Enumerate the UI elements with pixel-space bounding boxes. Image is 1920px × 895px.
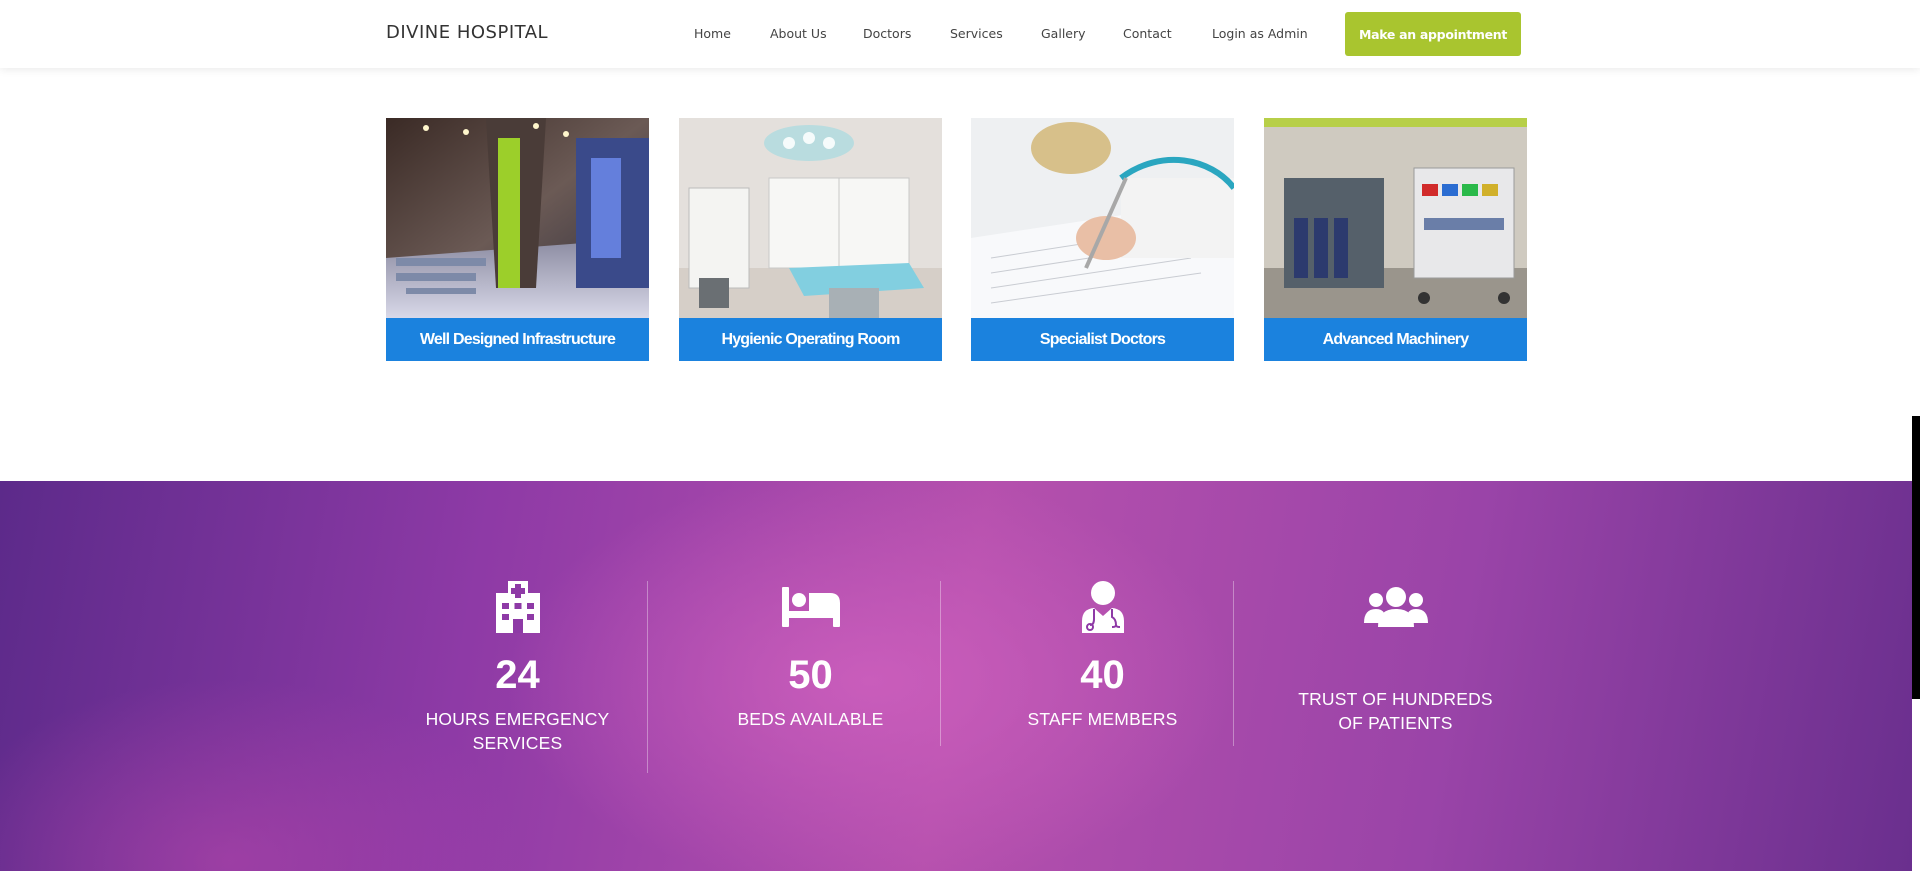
scrollbar-thumb[interactable] bbox=[1912, 416, 1920, 699]
user-doctor-icon bbox=[971, 581, 1234, 633]
nav-link-doctors[interactable]: Doctors bbox=[863, 26, 911, 41]
stat-caption: BEDS AVAILABLE bbox=[737, 709, 884, 729]
stat-caption: TRUST OF HUNDREDS OF PATIENTS bbox=[1298, 689, 1493, 733]
stat-staff: 40 STAFF MEMBERS bbox=[971, 481, 1234, 871]
stat-number: 50 bbox=[788, 653, 833, 697]
brand-logo[interactable]: DIVINE HOSPITAL bbox=[386, 22, 548, 43]
nav-link-login-admin[interactable]: Login as Admin bbox=[1212, 26, 1308, 41]
stat-caption: HOURS EMERGENCY SERVICES bbox=[425, 709, 610, 753]
feature-label: Specialist Doctors bbox=[971, 318, 1234, 361]
feature-card-advanced-machinery: Advanced Machinery bbox=[1264, 118, 1527, 361]
stat-emergency: 24 HOURS EMERGENCY SERVICES bbox=[386, 481, 649, 871]
nav-link-gallery[interactable]: Gallery bbox=[1041, 26, 1086, 41]
operating-room-photo bbox=[679, 118, 942, 318]
infrastructure-photo bbox=[386, 118, 649, 318]
feature-card-infrastructure: Well Designed Infrastructure bbox=[386, 118, 649, 361]
advanced-machinery-photo bbox=[1264, 118, 1527, 318]
stat-beds: 50 BEDS AVAILABLE bbox=[679, 481, 942, 871]
feature-card-operating-room: Hygienic Operating Room bbox=[679, 118, 942, 361]
stat-number: 24 bbox=[495, 653, 540, 697]
nav-link-about-us[interactable]: About Us bbox=[770, 26, 827, 41]
stat-divider bbox=[647, 581, 648, 773]
stats-section: 24 HOURS EMERGENCY SERVICES 50 BEDS AVAI… bbox=[0, 481, 1912, 871]
feature-card-specialist-doctors: Specialist Doctors bbox=[971, 118, 1234, 361]
stat-number: 40 bbox=[1080, 653, 1125, 697]
stat-divider bbox=[940, 581, 941, 746]
hospital-icon bbox=[386, 581, 649, 633]
nav-link-home[interactable]: Home bbox=[694, 26, 731, 41]
users-icon bbox=[1264, 581, 1527, 633]
stat-trust: TRUST OF HUNDREDS OF PATIENTS bbox=[1264, 481, 1527, 871]
nav-link-services[interactable]: Services bbox=[950, 26, 1003, 41]
feature-label: Advanced Machinery bbox=[1264, 318, 1527, 361]
feature-label: Well Designed Infrastructure bbox=[386, 318, 649, 361]
stat-caption: STAFF MEMBERS bbox=[1027, 709, 1178, 729]
nav-link-contact[interactable]: Contact bbox=[1123, 26, 1172, 41]
bed-icon bbox=[679, 581, 942, 633]
specialist-doctors-photo bbox=[971, 118, 1234, 318]
feature-label: Hygienic Operating Room bbox=[679, 318, 942, 361]
make-appointment-button[interactable]: Make an appointment bbox=[1345, 12, 1521, 56]
top-navbar: DIVINE HOSPITAL Home About Us Doctors Se… bbox=[0, 0, 1920, 68]
stat-divider bbox=[1233, 581, 1234, 746]
